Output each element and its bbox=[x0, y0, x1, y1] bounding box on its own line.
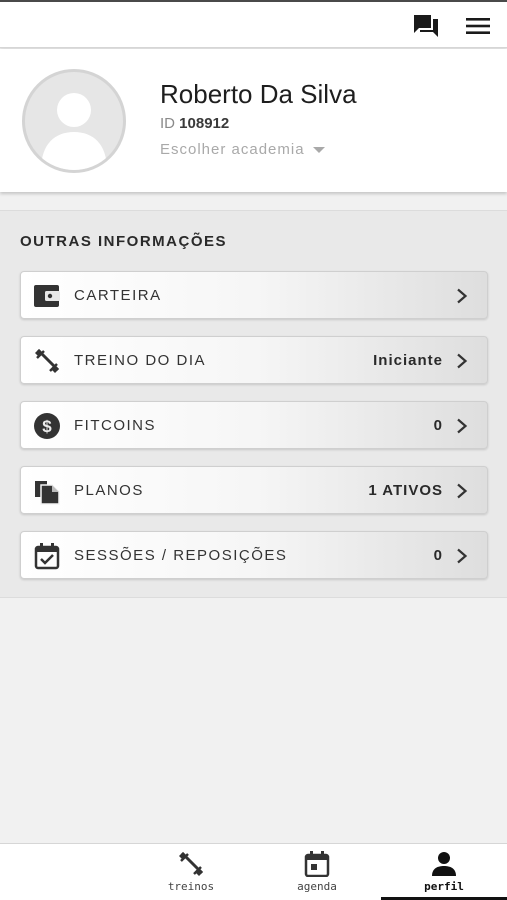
chevron-right-icon bbox=[457, 353, 468, 369]
dumbbell-icon bbox=[33, 347, 61, 375]
bottom-navigation: treinos agenda perfil bbox=[0, 843, 507, 900]
nav-item-label: perfil bbox=[424, 880, 464, 893]
chevron-down-icon bbox=[312, 146, 325, 153]
chevron-right-icon bbox=[457, 288, 468, 304]
list-item-label: PLANOS bbox=[74, 482, 144, 499]
chevron-right-icon bbox=[457, 483, 468, 499]
user-id: ID 108912 bbox=[160, 115, 229, 132]
documents-icon bbox=[33, 477, 61, 505]
dumbbell-icon bbox=[177, 850, 205, 878]
menu-icon[interactable] bbox=[464, 12, 492, 40]
calendar-check-icon bbox=[33, 542, 61, 570]
gym-select-label: Escolher academia bbox=[160, 141, 305, 158]
nav-item-label: agenda bbox=[297, 880, 337, 893]
list-item-value: 0 bbox=[433, 417, 443, 434]
person-icon bbox=[430, 850, 458, 878]
list-item-value: 1 ATIVOS bbox=[368, 482, 443, 499]
calendar-icon bbox=[303, 850, 331, 878]
nav-item-label: treinos bbox=[167, 880, 215, 893]
list-item-planos[interactable]: PLANOS 1 ATIVOS bbox=[20, 466, 488, 514]
nav-item-agenda[interactable]: agenda bbox=[254, 844, 380, 900]
user-id-prefix: ID bbox=[160, 115, 175, 132]
top-app-bar bbox=[0, 0, 507, 48]
avatar[interactable] bbox=[22, 69, 126, 173]
list-item-label: SESSÕES / REPOSIÇÕES bbox=[74, 547, 288, 564]
chevron-right-icon bbox=[457, 548, 468, 564]
dollar-coin-icon: $ bbox=[33, 412, 61, 440]
list-item-treino-do-dia[interactable]: TREINO DO DIA Iniciante bbox=[20, 336, 488, 384]
list-item-sessoes-reposicoes[interactable]: SESSÕES / REPOSIÇÕES 0 bbox=[20, 531, 488, 579]
chat-icon[interactable] bbox=[412, 12, 440, 40]
list-item-label: TREINO DO DIA bbox=[74, 352, 207, 369]
wallet-icon bbox=[33, 282, 61, 310]
list-item-value: 0 bbox=[433, 547, 443, 564]
user-id-value: 108912 bbox=[179, 115, 230, 132]
profile-header: Roberto Da Silva ID 108912 Escolher acad… bbox=[0, 49, 507, 192]
list-item-value: Iniciante bbox=[373, 352, 443, 369]
list-item-fitcoins[interactable]: $ FITCOINS 0 bbox=[20, 401, 488, 449]
user-name: Roberto Da Silva bbox=[160, 79, 357, 109]
chevron-right-icon bbox=[457, 418, 468, 434]
other-info-section: OUTRAS INFORMAÇÕES CARTEIRA TREINO DO DI… bbox=[0, 210, 507, 598]
nav-item-perfil[interactable]: perfil bbox=[381, 844, 507, 900]
section-title: OUTRAS INFORMAÇÕES bbox=[20, 233, 227, 250]
list-item-label: FITCOINS bbox=[74, 417, 156, 434]
svg-text:$: $ bbox=[42, 417, 52, 436]
list-item-label: CARTEIRA bbox=[74, 287, 162, 304]
gym-select-dropdown[interactable]: Escolher academia bbox=[160, 141, 325, 158]
list-item-carteira[interactable]: CARTEIRA bbox=[20, 271, 488, 319]
nav-item-treinos[interactable]: treinos bbox=[128, 844, 254, 900]
